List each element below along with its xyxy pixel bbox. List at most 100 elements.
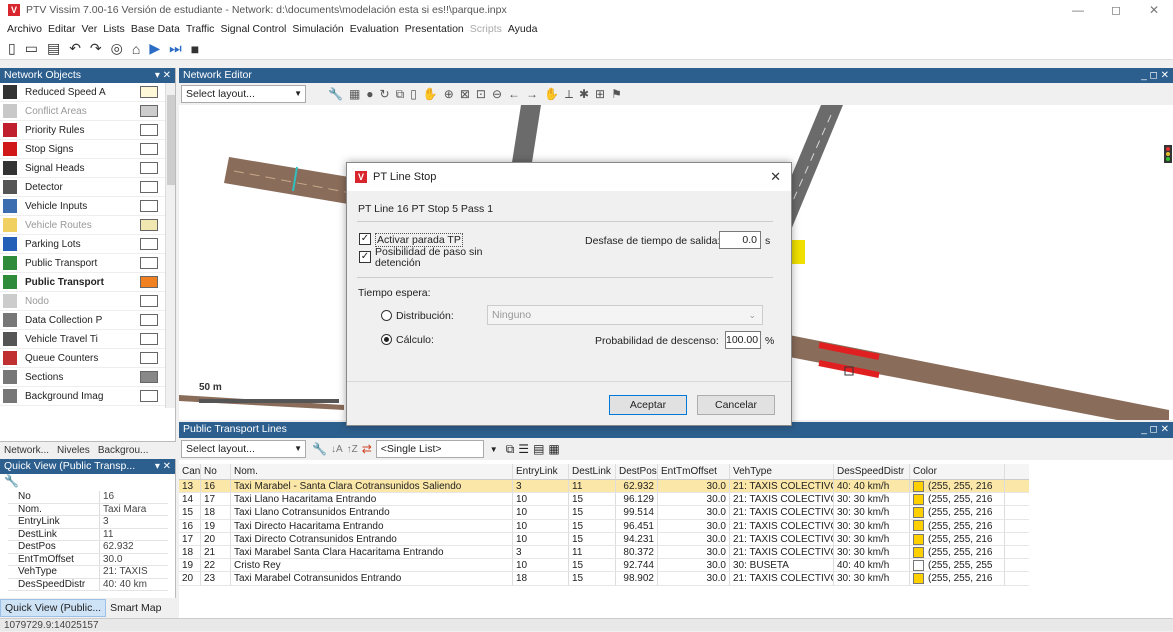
pan-icon[interactable]: ✋ bbox=[423, 87, 438, 102]
back-icon[interactable]: ← bbox=[508, 87, 520, 102]
cell-dest[interactable]: 15 bbox=[569, 519, 616, 532]
cell-dest[interactable]: 15 bbox=[569, 506, 616, 519]
menu-editar[interactable]: Editar bbox=[48, 23, 75, 35]
cell-veh[interactable]: 21: TAXIS COLECTIVOS bbox=[730, 493, 834, 506]
cell-off[interactable]: 30.0 bbox=[658, 572, 730, 585]
zoom-in-icon[interactable]: ⊕ bbox=[444, 87, 454, 102]
cell-speed[interactable]: 30: 30 km/h bbox=[834, 519, 910, 532]
network-object-item[interactable]: Conflict Areas bbox=[0, 102, 166, 121]
step-icon[interactable]: ⏭ bbox=[169, 40, 182, 57]
color-swatch[interactable] bbox=[140, 352, 158, 364]
cell-pos[interactable]: 94.231 bbox=[616, 532, 658, 545]
cell-name[interactable]: Cristo Rey bbox=[231, 559, 513, 572]
col-color[interactable]: Color bbox=[910, 464, 1005, 479]
cell-entry[interactable]: 10 bbox=[513, 532, 569, 545]
network-object-item[interactable]: Vehicle Routes bbox=[0, 216, 166, 235]
table-row[interactable]: 18 21 Taxi Marabel Santa Clara Hacaritama … bbox=[179, 545, 1029, 560]
menu-scripts[interactable]: Scripts bbox=[470, 23, 502, 35]
color-swatch[interactable] bbox=[140, 238, 158, 250]
maximize-button[interactable]: ◻ bbox=[1097, 0, 1135, 20]
sync-icon[interactable]: ⇄ bbox=[362, 442, 372, 456]
menu-archivo[interactable]: Archivo bbox=[7, 23, 42, 35]
quick-view-row[interactable]: No 16 bbox=[8, 491, 168, 504]
cell-no[interactable]: 16 bbox=[201, 480, 231, 493]
cell-pos[interactable]: 96.451 bbox=[616, 519, 658, 532]
distribucion-radio[interactable] bbox=[381, 310, 392, 321]
play-icon[interactable]: ▶ bbox=[149, 40, 160, 57]
table-row[interactable]: 19 22 Cristo Rey 10 15 92.744 30.0 30: BUSETA 40… bbox=[179, 559, 1029, 573]
save-icon[interactable]: ▤ bbox=[47, 40, 60, 57]
cell-pos[interactable]: 98.902 bbox=[616, 572, 658, 585]
col-entrylink[interactable]: EntryLink bbox=[513, 464, 569, 479]
tab-network[interactable]: Network... bbox=[0, 445, 53, 456]
tab-quick-view[interactable]: Quick View (Public... bbox=[0, 599, 107, 617]
wrench-icon[interactable]: 🔧 bbox=[0, 474, 175, 490]
table-row[interactable]: 13 16 Taxi Marabel - Santa Clara Cotransun… bbox=[179, 480, 1029, 494]
network-object-item[interactable]: Stop Signs bbox=[0, 140, 166, 159]
zoom-icon[interactable]: ◎ bbox=[111, 40, 123, 57]
quick-view-row[interactable]: DesSpeedDistr 40: 40 km bbox=[8, 578, 168, 591]
col-no[interactable]: No bbox=[201, 464, 231, 479]
cell-color[interactable]: (255, 255, 255 bbox=[910, 559, 1005, 572]
cell-idx[interactable]: 18 bbox=[179, 545, 201, 559]
cell-pos[interactable]: 62.932 bbox=[616, 480, 658, 493]
color-swatch[interactable] bbox=[140, 200, 158, 212]
cell-name[interactable]: Taxi Marabel - Santa Clara Cotransunidos… bbox=[231, 480, 513, 493]
cell-off[interactable]: 30.0 bbox=[658, 480, 730, 493]
network-object-item[interactable]: Queue Counters bbox=[0, 349, 166, 368]
color-swatch[interactable] bbox=[140, 371, 158, 383]
sort-asc-icon[interactable]: ↓A bbox=[331, 444, 343, 455]
network-object-item[interactable]: Data Collection P bbox=[0, 311, 166, 330]
table-row[interactable]: 20 23 Taxi Marabel Cotransunidos Entrando 1… bbox=[179, 572, 1029, 586]
network-object-item[interactable]: Parking Lots bbox=[0, 235, 166, 254]
cell-dest[interactable]: 15 bbox=[569, 532, 616, 545]
cell-no[interactable]: 23 bbox=[201, 572, 231, 585]
posibilidad-checkbox[interactable]: ✓ bbox=[359, 251, 371, 263]
activar-checkbox[interactable]: ✓ bbox=[359, 233, 371, 245]
panel-close-icon[interactable]: ▾ ✕ bbox=[155, 459, 171, 474]
dialog-close-button[interactable]: ✕ bbox=[770, 169, 781, 185]
menu-simulacion[interactable]: Simulación bbox=[292, 23, 343, 35]
cell-dest[interactable]: 15 bbox=[569, 493, 616, 506]
cell-color[interactable]: (255, 255, 216 bbox=[910, 506, 1005, 519]
cell-speed[interactable]: 30: 30 km/h bbox=[834, 545, 910, 559]
cell-entry[interactable]: 3 bbox=[513, 545, 569, 559]
close-button[interactable]: ✕ bbox=[1135, 0, 1173, 20]
menu-traffic[interactable]: Traffic bbox=[186, 23, 215, 35]
cell-name[interactable]: Taxi Llano Cotransunidos Entrando bbox=[231, 506, 513, 519]
quick-view-value[interactable]: 11 bbox=[100, 529, 168, 541]
zoom-all-icon[interactable]: ⊠ bbox=[460, 87, 470, 102]
cell-off[interactable]: 30.0 bbox=[658, 493, 730, 506]
cell-name[interactable]: Taxi Marabel Santa Clara Hacaritama Entr… bbox=[231, 545, 513, 559]
quick-view-row[interactable]: Nom. Taxi Mara bbox=[8, 503, 168, 516]
panel-window-icons[interactable]: _ ◻ ✕ bbox=[1141, 68, 1169, 83]
cell-dest[interactable]: 15 bbox=[569, 572, 616, 585]
network-object-item[interactable]: Reduced Speed A bbox=[0, 83, 166, 102]
cell-no[interactable]: 19 bbox=[201, 519, 231, 532]
cell-veh[interactable]: 21: TAXIS COLECTIVOS bbox=[730, 545, 834, 559]
cell-dest[interactable]: 11 bbox=[569, 545, 616, 559]
vehicles-icon[interactable]: ⚑ bbox=[611, 87, 622, 102]
cell-speed[interactable]: 30: 30 km/h bbox=[834, 506, 910, 519]
hand-icon[interactable]: ✋ bbox=[544, 87, 559, 102]
quick-view-value[interactable]: 21: TAXIS bbox=[100, 566, 168, 578]
forward-icon[interactable]: → bbox=[526, 87, 538, 102]
cell-speed[interactable]: 30: 30 km/h bbox=[834, 572, 910, 585]
globe-icon[interactable]: ● bbox=[366, 87, 373, 102]
cell-color[interactable]: (255, 255, 216 bbox=[910, 532, 1005, 545]
aceptar-button[interactable]: Aceptar bbox=[609, 395, 687, 415]
cell-entry[interactable]: 3 bbox=[513, 480, 569, 493]
menu-ayuda[interactable]: Ayuda bbox=[508, 23, 538, 35]
col-destpos[interactable]: DestPos bbox=[616, 464, 658, 479]
network-object-item[interactable]: Public Transport bbox=[0, 254, 166, 273]
home-icon[interactable]: ⌂ bbox=[132, 41, 140, 57]
stop-icon[interactable]: ■ bbox=[191, 41, 199, 57]
cell-pos[interactable]: 99.514 bbox=[616, 506, 658, 519]
table-row[interactable]: 17 20 Taxi Directo Cotransunidos Entrando 1… bbox=[179, 532, 1029, 546]
panel-close-icon[interactable]: ▾ ✕ bbox=[155, 68, 171, 83]
copy-icon[interactable]: ⧉ bbox=[396, 87, 405, 102]
quick-view-value[interactable]: 30.0 bbox=[100, 554, 168, 566]
color-swatch[interactable] bbox=[140, 314, 158, 326]
wand-icon[interactable]: ✱ bbox=[579, 87, 589, 102]
cell-name[interactable]: Taxi Llano Hacaritama Entrando bbox=[231, 493, 513, 506]
